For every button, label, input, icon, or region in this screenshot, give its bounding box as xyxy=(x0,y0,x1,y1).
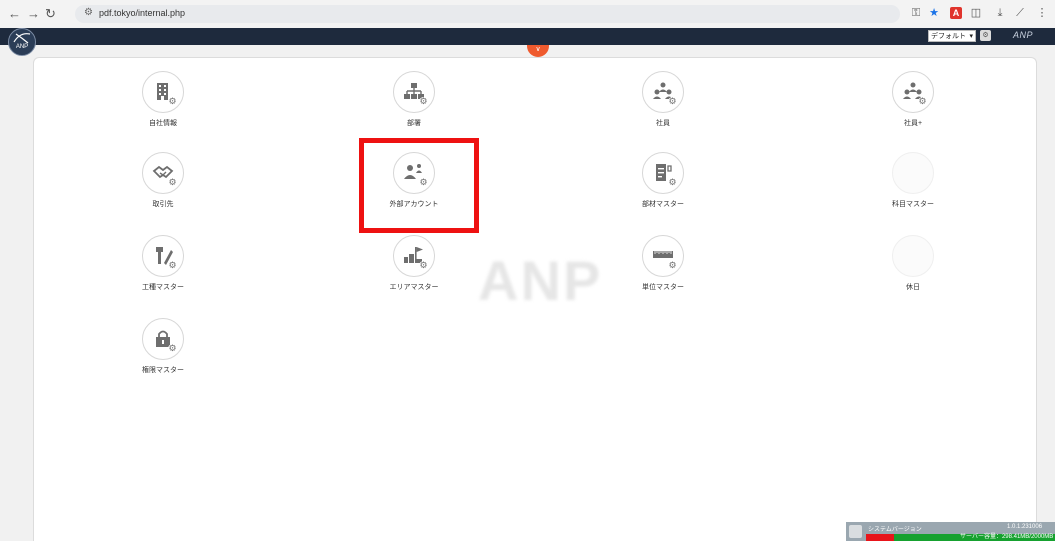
logo-swoosh-icon xyxy=(13,33,31,44)
blank-icon xyxy=(892,152,934,194)
tile-holidays[interactable]: 休日 xyxy=(843,235,983,292)
tile-company-info[interactable]: ⚙ 自社情報 xyxy=(93,71,233,128)
reload-icon[interactable]: ↻ xyxy=(45,6,56,22)
tile-permissions-master[interactable]: ⚙ 権限マスター xyxy=(93,318,233,375)
building-icon: ⚙ xyxy=(142,71,184,113)
collapse-toggle[interactable]: ∨ xyxy=(527,45,549,57)
brand-logo: ANP xyxy=(1013,30,1034,40)
app-logo[interactable]: ANP xyxy=(8,28,36,56)
system-version-widget: システムバージョン 1.0.1.231006 サーバー容量：298.41MB/2… xyxy=(846,522,1055,541)
system-version-label: システムバージョン xyxy=(868,527,922,533)
logo-text: ANP xyxy=(15,44,29,50)
gear-icon: ⚙ xyxy=(668,96,677,106)
tile-account-subjects-master[interactable]: 科目マスター xyxy=(843,152,983,209)
tile-work-types-master[interactable]: ⚙ 工種マスター xyxy=(93,235,233,292)
gear-icon: ⚙ xyxy=(668,260,677,270)
performance-icon[interactable]: ⟋ xyxy=(1012,5,1028,21)
tile-label: 単位マスター xyxy=(642,284,684,291)
tile-label: 工種マスター xyxy=(142,284,184,291)
system-version-number: 1.0.1.231006 xyxy=(1007,524,1043,530)
tile-materials-master[interactable]: ⚙ 部材マスター xyxy=(593,152,733,209)
settings-icon[interactable]: ⚙ xyxy=(980,30,991,41)
pdf-extension-icon[interactable]: A xyxy=(950,7,962,19)
tile-label: 自社情報 xyxy=(149,120,177,127)
gear-icon: ⚙ xyxy=(168,177,177,187)
key-icon[interactable]: ⚿ xyxy=(908,5,924,21)
browser-toolbar: ← → ↻ ⚙ pdf.tokyo/internal.php ⚿ ★ A ◫ ⤓… xyxy=(0,0,1055,28)
chevron-down-icon: ∨ xyxy=(535,46,541,53)
chevron-down-icon: ▾ xyxy=(969,33,973,40)
tile-business-partners[interactable]: ⚙ 取引先 xyxy=(93,152,233,209)
gear-icon: ⚙ xyxy=(668,177,677,187)
tile-label: 社員+ xyxy=(903,120,923,127)
tile-label: 科目マスター xyxy=(892,201,934,208)
bookmark-star-icon[interactable]: ★ xyxy=(926,5,942,21)
layout-select[interactable]: デフォルト ▾ xyxy=(928,30,976,42)
system-icon xyxy=(849,525,862,538)
tile-departments[interactable]: ⚙ 部署 xyxy=(344,71,484,128)
address-bar[interactable]: ⚙ pdf.tokyo/internal.php xyxy=(75,5,900,23)
gear-icon: ⚙ xyxy=(918,96,927,106)
ruler-icon: ⚙ xyxy=(642,235,684,277)
extensions-icon[interactable]: ◫ xyxy=(968,5,984,21)
layout-select-value: デフォルト xyxy=(931,33,966,40)
tile-label: 部署 xyxy=(407,120,421,127)
tile-label: 部材マスター xyxy=(642,201,684,208)
tile-employees-plus[interactable]: ⚙ 社員+ xyxy=(843,71,983,128)
blank-icon xyxy=(892,235,934,277)
memory-usage-bar: サーバー容量：298.41MB/2000MB xyxy=(866,534,1055,541)
org-chart-icon: ⚙ xyxy=(393,71,435,113)
gear-icon: ⚙ xyxy=(419,96,428,106)
tile-label: エリアマスター xyxy=(389,284,439,291)
tile-label: 休日 xyxy=(906,284,920,291)
back-icon[interactable]: ← xyxy=(8,6,21,22)
forward-icon[interactable]: → xyxy=(27,6,40,22)
watermark: ANP xyxy=(478,249,603,312)
tile-label: 社員 xyxy=(656,120,670,127)
materials-icon: ⚙ xyxy=(642,152,684,194)
employees-icon: ⚙ xyxy=(642,71,684,113)
download-icon[interactable]: ⤓ xyxy=(992,5,1008,21)
employees-plus-icon: ⚙ xyxy=(892,71,934,113)
tile-area-master[interactable]: ⚙ エリアマスター xyxy=(344,235,484,292)
gear-icon: ⚙ xyxy=(168,96,177,106)
menu-icon[interactable]: ⋮ xyxy=(1034,5,1050,21)
app-header xyxy=(0,28,1055,45)
area-icon: ⚙ xyxy=(393,235,435,277)
gear-icon: ⚙ xyxy=(168,260,177,270)
url-text: pdf.tokyo/internal.php xyxy=(99,8,186,18)
tile-label: 取引先 xyxy=(152,201,174,208)
tile-employees[interactable]: ⚙ 社員 xyxy=(593,71,733,128)
gear-icon: ⚙ xyxy=(419,260,428,270)
highlight-box xyxy=(359,138,479,233)
lock-icon: ⚙ xyxy=(142,318,184,360)
site-info-icon[interactable]: ⚙ xyxy=(84,7,93,18)
memory-used-fill xyxy=(866,534,894,541)
gear-icon: ⚙ xyxy=(168,343,177,353)
handshake-icon: ⚙ xyxy=(142,152,184,194)
tile-units-master[interactable]: ⚙ 単位マスター xyxy=(593,235,733,292)
tools-icon: ⚙ xyxy=(142,235,184,277)
tile-label: 権限マスター xyxy=(142,367,184,374)
memory-usage-text: サーバー容量：298.41MB/2000MB xyxy=(960,534,1054,540)
